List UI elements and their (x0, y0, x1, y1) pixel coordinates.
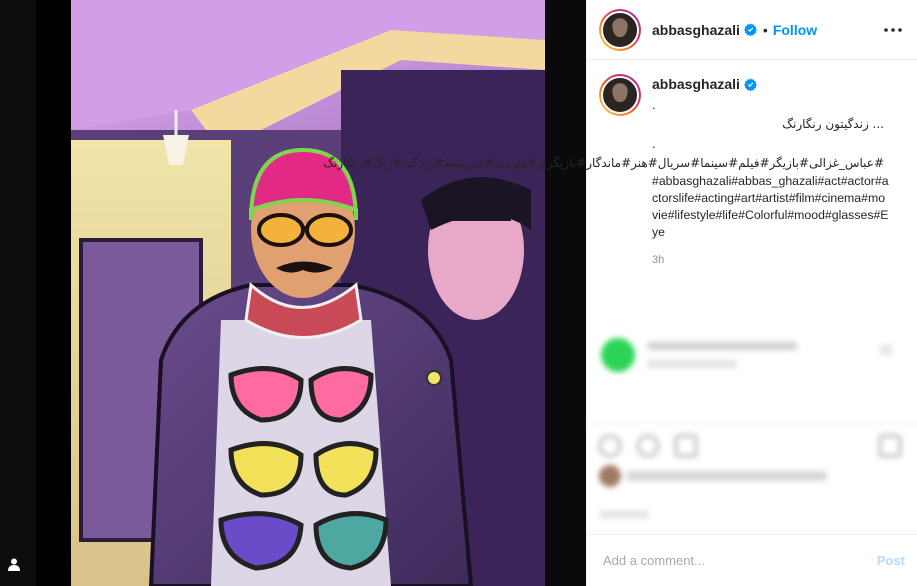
verified-badge-icon (743, 77, 757, 91)
post-photo-image (71, 0, 545, 586)
save-icon[interactable] (879, 435, 901, 457)
like-icon[interactable] (599, 435, 621, 457)
caption-timestamp[interactable]: 3h (652, 254, 892, 266)
blurred-timestamp (599, 511, 649, 518)
caption-english-hashtags[interactable]: #abbasghazali#abbas_ghazali#act#actor#ac… (652, 173, 889, 241)
caption: abbasghazali . ... زندگیتون رنگارنگ . #ع… (323, 60, 917, 266)
caption-persian-text: ... زندگیتون رنگارنگ (782, 117, 884, 131)
caption-username[interactable]: abbasghazali (652, 76, 740, 92)
author-avatar[interactable] (599, 8, 641, 51)
caption-dot-line: . (652, 97, 656, 112)
header-separator: • (762, 21, 768, 38)
follow-button[interactable]: Follow (773, 22, 817, 38)
comment-input[interactable] (603, 553, 877, 568)
caption-persian-hashtags[interactable]: #عباس_غزالی#بازیگر#فیلم#سینما#سریال#هنر#… (323, 154, 884, 172)
blurred-comment-line (647, 360, 737, 368)
comment-icon[interactable] (637, 435, 659, 457)
commenter-avatar (601, 338, 635, 372)
blurred-comment (597, 330, 907, 380)
post-photo[interactable] (71, 0, 545, 586)
caption-dot-line: . (652, 136, 656, 151)
post-comment-button[interactable]: Post (877, 553, 905, 568)
caption-author-avatar[interactable] (599, 74, 641, 116)
post-header: abbasghazali • Follow (587, 0, 917, 60)
media-left-margin (0, 0, 36, 586)
more-options-icon[interactable] (881, 18, 905, 42)
share-icon[interactable] (675, 435, 697, 457)
media-right-margin (545, 0, 586, 586)
blurred-action-bar (587, 424, 917, 534)
user-tag-icon[interactable] (6, 556, 22, 572)
post-sidebar: abbasghazali • Follow abbasghazali . ...… (323, 0, 917, 586)
blurred-likes-line (627, 471, 827, 481)
caption-name-row: abbasghazali (652, 74, 892, 94)
blurred-like-icon (879, 344, 893, 356)
liker-avatar (599, 465, 621, 487)
verified-badge-icon (743, 23, 757, 36)
blurred-comment-line (647, 342, 797, 350)
post-media-panel (0, 0, 586, 586)
add-comment-bar: Post (587, 534, 917, 586)
author-username[interactable]: abbasghazali (652, 22, 740, 38)
caption-body: abbasghazali . ... زندگیتون رنگارنگ . #ع… (323, 74, 892, 266)
